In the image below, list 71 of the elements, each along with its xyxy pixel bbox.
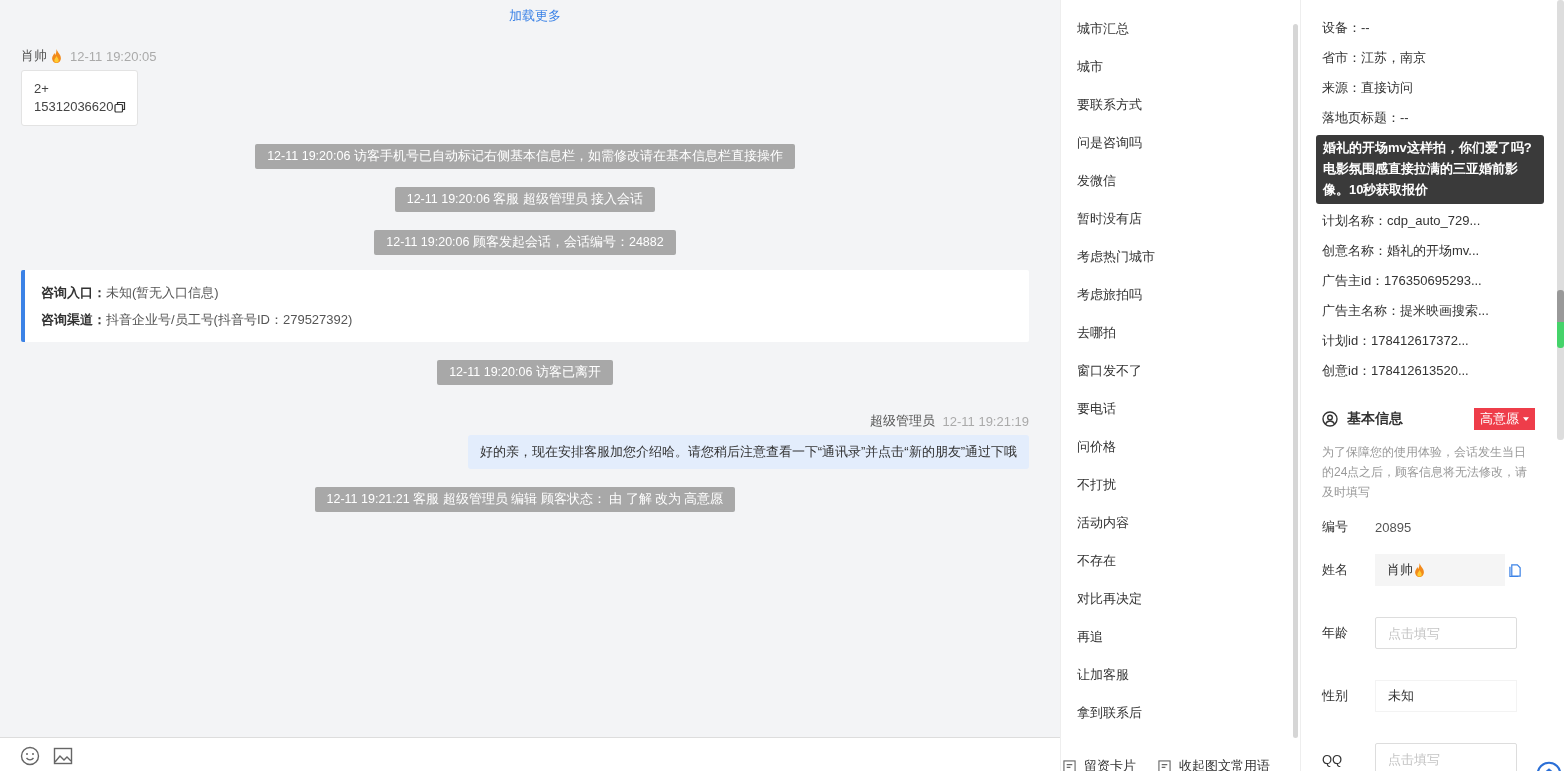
quick-reply-item[interactable]: 暂时没有店 [1077, 200, 1142, 238]
quick-reply-item[interactable]: 要电话 [1077, 390, 1116, 428]
footer-link[interactable]: 留资卡片 [1063, 759, 1136, 771]
visitor-info-item: 落地页标题：-- [1322, 109, 1410, 127]
emoji-icon[interactable] [20, 746, 40, 766]
message-time: 12-11 19:21:19 [942, 413, 1029, 429]
flame-icon [51, 49, 62, 63]
name-field: 肖帅 [1375, 554, 1505, 586]
field-label: QQ [1322, 751, 1344, 767]
field-label: 姓名 [1322, 561, 1349, 579]
quick-reply-item[interactable]: 城市 [1077, 48, 1103, 86]
field-label: 编号 [1322, 518, 1349, 536]
system-notice: 12-11 19:20:06 访客已离开 [437, 360, 613, 385]
quick-reply-item[interactable]: 问是咨询吗 [1077, 124, 1142, 162]
info-value: 未知(暂无入口信息) [106, 285, 219, 300]
quick-reply-item[interactable]: 要联系方式 [1077, 86, 1142, 124]
section-title: 基本信息 [1347, 410, 1404, 428]
document-icon [1158, 759, 1171, 771]
field-label: 性别 [1322, 687, 1349, 705]
caret-icon [1523, 417, 1529, 421]
user-icon [1322, 411, 1338, 427]
visitor-info-item: 创意名称：婚礼的开场mv... [1322, 242, 1481, 260]
intent-dropdown[interactable]: 高意愿 [1474, 408, 1535, 430]
notice-text: 为了保障您的使用体验，会话发生当日的24点之后，顾客信息将无法修改，请及时填写 [1322, 444, 1529, 501]
visitor-info-item: 计划名称：cdp_auto_729... [1322, 212, 1482, 230]
quick-reply-item[interactable]: 城市汇总 [1077, 10, 1129, 48]
quick-reply-item[interactable]: 不打扰 [1077, 466, 1116, 504]
field-label: 年龄 [1322, 624, 1349, 642]
message-text: 2+ [34, 80, 50, 98]
footer-link[interactable]: 收起图文常用语 [1158, 759, 1270, 771]
quick-reply-item[interactable]: 对比再决定 [1077, 580, 1142, 618]
quick-reply-item[interactable]: 考虑旅拍吗 [1077, 276, 1142, 314]
message-bubble: 好的亲，现在安排客服加您介绍哈。请您稍后注意查看一下“通讯录”并点击“新的朋友”通过下哦 [467, 435, 1029, 469]
message-time: 12-11 19:20:05 [70, 48, 157, 64]
image-icon[interactable] [53, 746, 73, 766]
load-more-link[interactable]: 加载更多 [509, 6, 561, 26]
visitor-info-item: 设备：-- [1322, 19, 1371, 37]
flame-icon [1414, 563, 1425, 577]
system-notice: 12-11 19:21:21 客服 超级管理员 编辑 顾客状态： 由 了解 改为 高意愿 [314, 487, 736, 512]
sender-name: 肖帅 [21, 47, 47, 65]
system-notice: 12-11 19:20:06 访客手机号已自动标记右侧基本信息栏，如需修改请在基本信息栏直接操作 [255, 144, 795, 169]
visitor-info-item: 计划id：178412617372... [1322, 332, 1470, 350]
field-value: 20895 [1375, 519, 1412, 535]
info-label: 咨询入口： [41, 285, 106, 300]
info-label: 咨询渠道： [41, 312, 106, 327]
quick-reply-item[interactable]: 不存在 [1077, 542, 1116, 580]
visitor-info-item: 广告主id：176350695293... [1322, 272, 1483, 290]
system-notice: 12-11 19:20:06 客服 超级管理员 接入会话 [394, 187, 656, 212]
tooltip: 婚礼的开场mv这样拍，你们爱了吗?电影氛围感直接拉满的三亚婚前影像。10秒获取报价 [1316, 135, 1544, 204]
visitor-info-item: 广告主名称：提米映画搜索... [1322, 302, 1490, 320]
quick-reply-item[interactable]: 发微信 [1077, 162, 1116, 200]
scrollbar[interactable] [1293, 24, 1298, 738]
system-notice: 12-11 19:20:06 顾客发起会话，会话编号：24882 [374, 230, 676, 255]
quick-reply-item[interactable]: 窗口发不了 [1077, 352, 1142, 390]
select-field[interactable]: 未知 [1375, 680, 1517, 712]
quick-reply-item[interactable]: 再追 [1077, 618, 1103, 656]
visitor-info-item: 创意id：178412613520... [1322, 362, 1470, 380]
message-text: 15312036620 [34, 98, 114, 116]
quick-reply-item[interactable]: 考虑热门城市 [1077, 238, 1155, 276]
copy-icon[interactable] [113, 101, 126, 113]
document-icon [1063, 759, 1076, 771]
quick-reply-item[interactable]: 问价格 [1077, 428, 1116, 466]
quick-reply-item[interactable]: 让加客服 [1077, 656, 1129, 694]
quick-reply-item[interactable]: 去哪拍 [1077, 314, 1116, 352]
visitor-info-item: 来源：直接访问 [1322, 79, 1414, 97]
quick-reply-item[interactable]: 活动内容 [1077, 504, 1129, 542]
quick-reply-item[interactable]: 拿到联系后 [1077, 694, 1142, 732]
scrollbar[interactable] [1557, 0, 1564, 440]
visitor-info-item: 省市：江苏，南京 [1322, 49, 1427, 67]
info-value: 抖音企业号/员工号(抖音号ID：279527392) [106, 312, 353, 327]
sender-name: 超级管理员 [869, 412, 935, 430]
